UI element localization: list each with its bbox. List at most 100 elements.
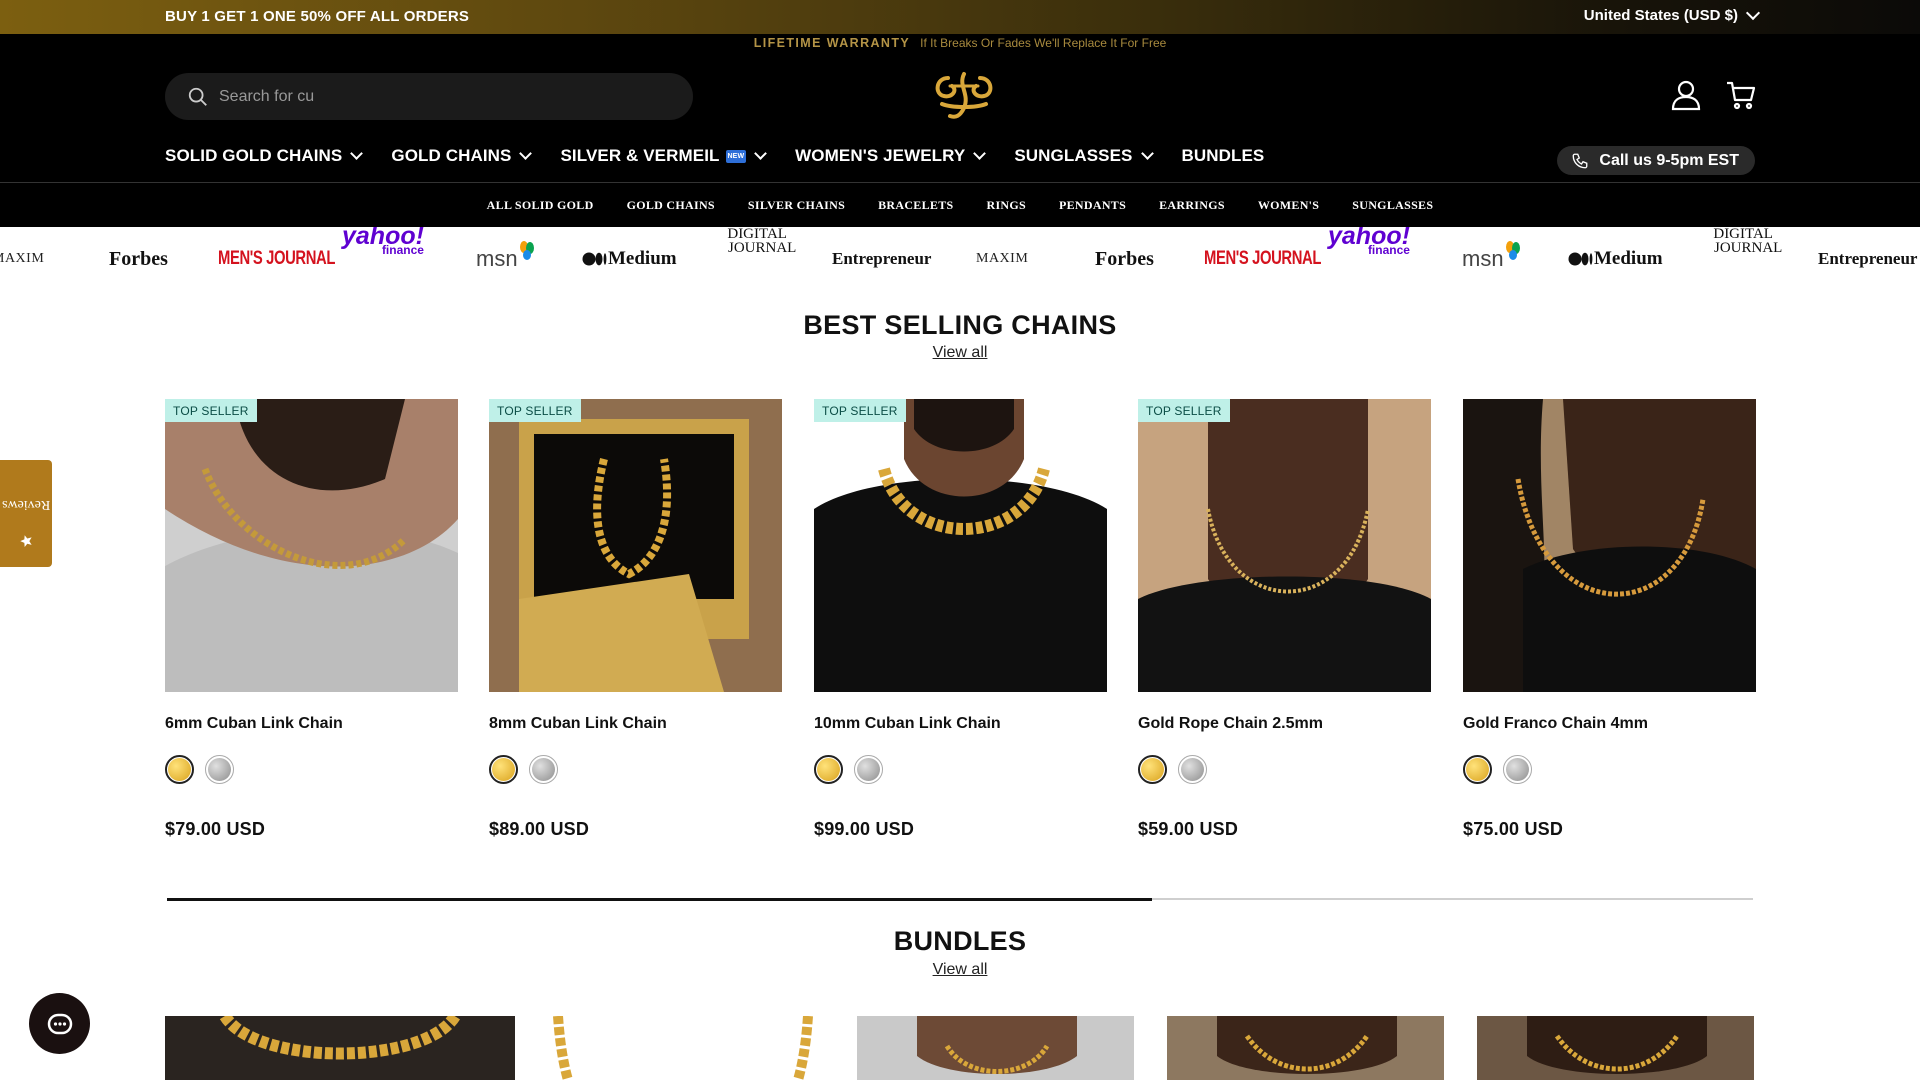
search-icon[interactable] <box>187 86 209 108</box>
press-yahoo-finance: yahoo! finance <box>1328 227 1410 291</box>
product-name[interactable]: Gold Rope Chain 2.5mm <box>1138 715 1431 733</box>
nav-silver-vermeil[interactable]: SILVER & VERMEIL NEW <box>560 146 768 166</box>
sub-navigation: ALL SOLID GOLD GOLD CHAINS SILVER CHAINS… <box>0 182 1920 227</box>
product-card[interactable]: TOP SELLER Gold Rope Chain 2.5mm $59.00 … <box>1138 399 1431 840</box>
search-input[interactable] <box>219 87 619 106</box>
nav-label: GOLD CHAINS <box>391 146 512 165</box>
nav-label: SOLID GOLD CHAINS <box>165 146 343 165</box>
announcement-bar: BUY 1 GET 1 ONE 50% OFF ALL ORDERS Unite… <box>0 0 1920 34</box>
chat-button[interactable] <box>29 993 90 1054</box>
main-navigation: SOLID GOLD CHAINS GOLD CHAINS SILVER & V… <box>165 146 1294 166</box>
nav-womens-jewelry[interactable]: WOMEN'S JEWELRY <box>795 146 987 166</box>
medium-icon <box>1568 252 1593 266</box>
account-icon[interactable] <box>1670 79 1702 111</box>
press-entrepreneur: Entrepreneur <box>1818 249 1918 268</box>
bundles-view-all[interactable]: View all <box>933 961 988 978</box>
press-maxim: MAXIM <box>0 251 45 266</box>
chevron-down-icon <box>519 147 533 160</box>
press-medium: Medium <box>582 227 677 291</box>
warranty-text: If It Breaks Or Fades We'll Replace It F… <box>920 36 1167 50</box>
swatch-silver[interactable] <box>1503 755 1532 784</box>
best-selling-view-all[interactable]: View all <box>933 344 988 361</box>
product-price: $89.00 USD <box>489 819 590 839</box>
product-name[interactable]: 8mm Cuban Link Chain <box>489 715 782 733</box>
subnav-rings[interactable]: RINGS <box>986 198 1026 213</box>
nav-bundles[interactable]: BUNDLES <box>1182 146 1265 166</box>
swatch-gold[interactable] <box>165 755 194 784</box>
chevron-down-icon <box>350 147 364 160</box>
bundle-card[interactable] <box>1167 1016 1444 1080</box>
press-digital-journal: DIGITAL JOURNAL <box>1704 227 1782 291</box>
nav-sunglasses[interactable]: SUNGLASSES <box>1014 146 1154 166</box>
bundle-card[interactable] <box>857 1016 1134 1080</box>
nav-label: WOMEN'S JEWELRY <box>795 146 966 165</box>
swatch-gold[interactable] <box>814 755 843 784</box>
swatch-silver[interactable] <box>205 755 234 784</box>
subnav-earrings[interactable]: EARRINGS <box>1159 198 1225 213</box>
product-card[interactable]: TOP SELLER 6mm Cuban Link Chain $79.00 U… <box>165 399 458 840</box>
top-seller-badge: TOP SELLER <box>489 399 581 422</box>
product-image[interactable]: TOP SELLER <box>489 399 782 692</box>
msn-text: msn <box>476 246 518 271</box>
product-image[interactable] <box>1463 399 1756 692</box>
swatch-silver[interactable] <box>1178 755 1207 784</box>
subnav-all-solid-gold[interactable]: ALL SOLID GOLD <box>487 198 594 213</box>
press-entrepreneur: Entrepreneur <box>832 249 932 268</box>
journal-text: JOURNAL <box>728 240 797 256</box>
digital-text: DIGITAL <box>727 227 787 242</box>
subnav-bracelets[interactable]: BRACELETS <box>878 198 953 213</box>
product-name[interactable]: Gold Franco Chain 4mm <box>1463 715 1756 733</box>
swatch-silver[interactable] <box>854 755 883 784</box>
swatch-gold[interactable] <box>1138 755 1167 784</box>
product-price: $99.00 USD <box>814 819 915 839</box>
promo-text[interactable]: BUY 1 GET 1 ONE 50% OFF ALL ORDERS <box>165 8 469 25</box>
region-selector[interactable]: United States (USD $) <box>1584 5 1761 24</box>
logo-icon[interactable] <box>928 64 1000 126</box>
nav-solid-gold-chains[interactable]: SOLID GOLD CHAINS <box>165 146 364 166</box>
press-maxim: MAXIM <box>976 251 1029 266</box>
bundle-card[interactable] <box>1477 1016 1754 1080</box>
call-button[interactable]: Call us 9-5pm EST <box>1557 146 1755 175</box>
new-badge: NEW <box>725 149 747 163</box>
chevron-down-icon <box>754 147 768 160</box>
product-card[interactable]: TOP SELLER 10mm Cuban Link Chain $99.00 … <box>814 399 1107 840</box>
search-bar[interactable] <box>165 73 693 120</box>
press-yahoo-finance: yahoo! finance <box>342 227 424 291</box>
subnav-womens[interactable]: WOMEN'S <box>1258 198 1319 213</box>
phone-icon <box>1572 153 1588 168</box>
product-price: $59.00 USD <box>1138 819 1239 839</box>
product-name[interactable]: 6mm Cuban Link Chain <box>165 715 458 733</box>
swatch-gold[interactable] <box>1463 755 1492 784</box>
msn-butterfly-icon <box>519 241 534 260</box>
bundle-card[interactable] <box>546 1016 823 1080</box>
medium-text: Medium <box>1594 248 1663 269</box>
scrollbar-thumb[interactable] <box>167 897 1152 901</box>
bundle-card[interactable] <box>165 1016 515 1080</box>
warranty-banner: LIFETIME WARRANTY If It Breaks Or Fades W… <box>0 36 1920 50</box>
chevron-down-icon <box>1745 5 1761 21</box>
product-image[interactable]: TOP SELLER <box>814 399 1107 692</box>
product-image[interactable]: TOP SELLER <box>1138 399 1431 692</box>
cart-icon[interactable] <box>1725 79 1757 111</box>
product-card[interactable]: TOP SELLER 8mm Cuban Link Chain $89.00 U… <box>489 399 782 840</box>
reviews-tab-content: Reviews <box>2 479 50 547</box>
product-price: $75.00 USD <box>1463 819 1564 839</box>
call-label: Call us 9-5pm EST <box>1599 151 1739 169</box>
subnav-pendants[interactable]: PENDANTS <box>1059 198 1126 213</box>
product-name[interactable]: 10mm Cuban Link Chain <box>814 715 1107 733</box>
product-card[interactable]: Gold Franco Chain 4mm $75.00 USD <box>1463 399 1756 840</box>
carousel-scrollbar[interactable] <box>167 897 1753 901</box>
nav-gold-chains[interactable]: GOLD CHAINS <box>391 146 533 166</box>
press-msn: msn <box>476 227 536 291</box>
swatch-gold[interactable] <box>489 755 518 784</box>
reviews-tab[interactable]: Reviews <box>0 460 52 567</box>
star-icon <box>20 534 32 547</box>
product-image[interactable]: TOP SELLER <box>165 399 458 692</box>
subnav-sunglasses[interactable]: SUNGLASSES <box>1352 198 1433 213</box>
finance-text: finance <box>381 243 424 257</box>
color-swatches <box>1138 755 1431 784</box>
subnav-silver-chains[interactable]: SILVER CHAINS <box>748 198 845 213</box>
medium-icon <box>582 252 607 266</box>
swatch-silver[interactable] <box>529 755 558 784</box>
subnav-gold-chains[interactable]: GOLD CHAINS <box>627 198 715 213</box>
